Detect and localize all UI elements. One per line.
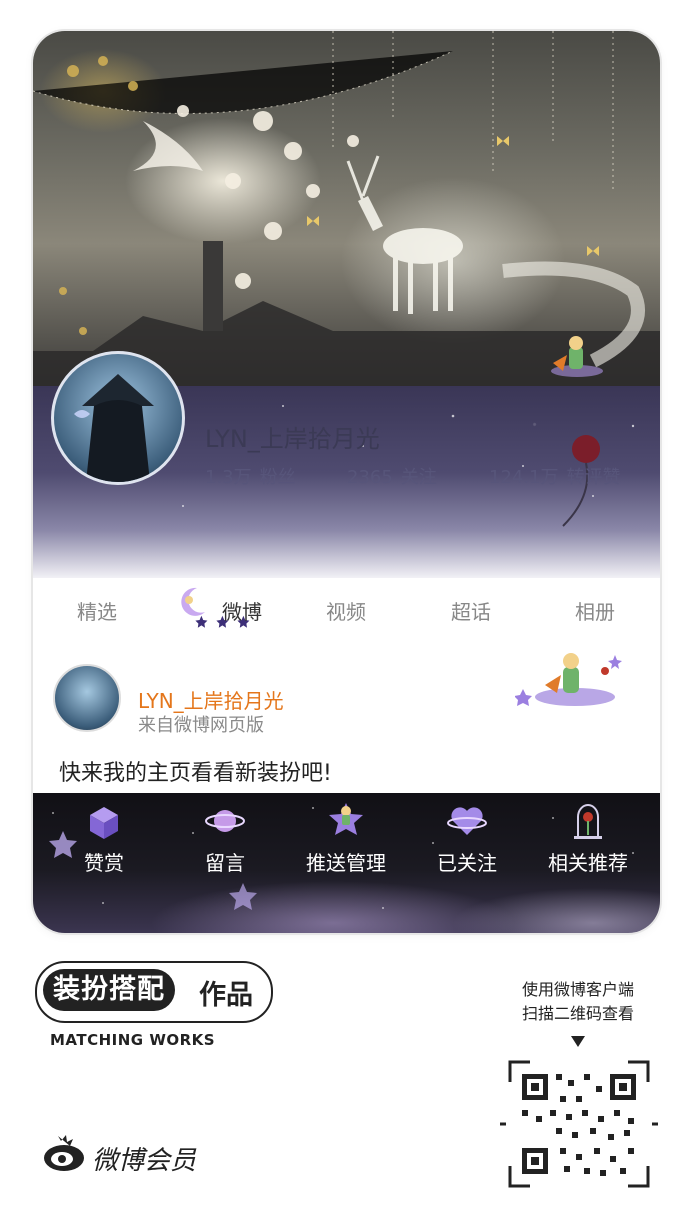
tab-featured[interactable]: 精选 [47,596,147,625]
following-label: 已关注 [437,851,497,875]
brand-badge: 装扮搭配 作品 [35,961,273,1023]
stat-reposts[interactable]: 124.1万 转评赞 [489,463,621,489]
post-avatar[interactable] [53,664,121,732]
post-author[interactable]: LYN_上岸拾月光 [138,685,284,714]
qr-hint-line2: 扫描二维码查看 [521,1004,634,1023]
planet-icon [205,810,245,832]
comment-label: 留言 [205,851,245,875]
stat-fans-label: 粉丝 [259,467,296,488]
action-bar: 赞赏 留言 推送管理 已关注 相关推荐 [33,793,660,933]
comment-action[interactable]: 留言 [170,793,280,933]
header-artwork [33,31,660,386]
weibo-logo-icon [44,1135,84,1171]
stat-reposts-value: 124.1万 [489,467,559,488]
heart-planet-icon [447,807,487,835]
reward-action[interactable]: 赞赏 [49,793,159,933]
stat-following[interactable]: 2365 关注 [347,463,437,489]
header-artwork-illustration [33,31,660,386]
push-settings-label: 推送管理 [306,851,386,875]
profile-card: LYN_上岸拾月光 1.3万 粉丝 2365 关注 124.1万 转评赞 精选 微博 … [33,31,660,933]
stat-fans[interactable]: 1.3万 粉丝 [205,463,296,489]
qr-hint: 使用微博客户端 扫描二维码查看 [498,978,658,1026]
stat-following-label: 关注 [400,467,437,488]
profile-username[interactable]: LYN_上岸拾月光 [205,419,380,454]
qr-hint-line1: 使用微博客户端 [521,980,634,999]
little-prince-decoration [515,653,622,706]
following-action[interactable]: 已关注 [412,793,522,933]
reward-label: 赞赏 [84,851,124,875]
tab-videos[interactable]: 视频 [296,596,396,625]
stat-fans-value: 1.3万 [205,467,252,488]
rose-icon [572,435,600,463]
weibo-vip-text: 微博会员 [92,1146,197,1176]
stat-reposts-label: 转评赞 [566,467,621,488]
star-prince-icon [329,803,363,835]
stat-following-value: 2365 [347,467,393,488]
recommendations-action[interactable]: 相关推荐 [533,793,643,933]
tab-super-topics[interactable]: 超话 [421,596,521,625]
qr-code[interactable] [500,1052,658,1196]
recommendations-label: 相关推荐 [548,851,628,875]
brand-suffix: 作品 [199,980,253,1011]
push-settings-action[interactable]: 推送管理 [291,793,401,933]
tab-weibo[interactable]: 微博 [192,596,292,625]
hooded-figure-icon [74,374,154,482]
tab-albums[interactable]: 相册 [545,596,645,625]
brand-pill: 装扮搭配 [43,969,175,1011]
rose-dome-icon [574,804,602,839]
post-source: 来自微博网页版 [138,715,264,736]
gift-box-icon [90,807,118,839]
brand-english: MATCHING WORKS [50,1031,216,1049]
post-text: 快来我的主页看看新装扮吧! [59,761,332,786]
arrow-down-icon [571,1036,585,1047]
profile-avatar[interactable] [51,351,185,485]
profile-tabs: 精选 微博 视频 超话 相册 [33,578,660,642]
